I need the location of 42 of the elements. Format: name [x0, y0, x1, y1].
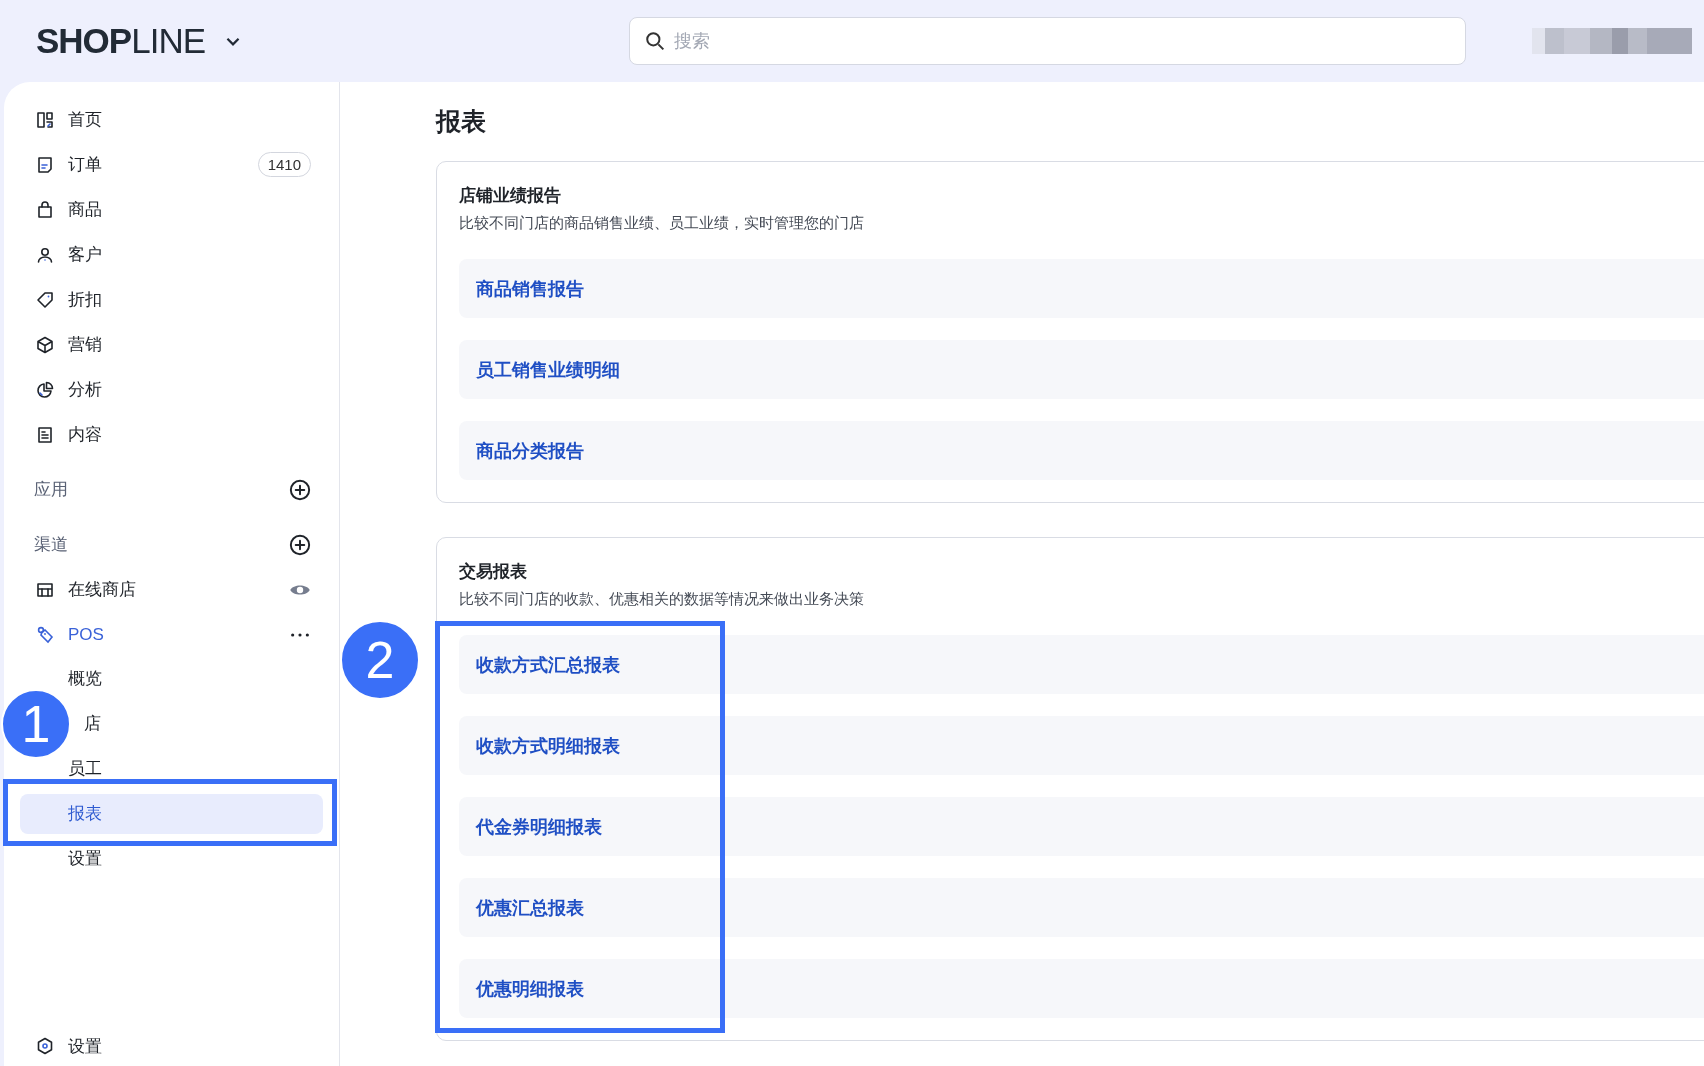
bag-icon [36, 200, 54, 219]
pie-chart-icon [36, 380, 54, 399]
sub-nav-item[interactable]: 设置 [68, 850, 102, 868]
nav-item[interactable]: 分析 [4, 367, 339, 412]
report-link[interactable]: 商品分类报告 [459, 421, 1704, 480]
nav-item[interactable]: 折扣 [4, 277, 339, 322]
nav-item[interactable]: 商品 [4, 187, 339, 232]
hexagon-gear-icon [36, 1037, 54, 1055]
card-title: 交易报表 [459, 561, 528, 583]
store-icon [36, 580, 54, 599]
report-link[interactable]: 商品销售报告 [459, 259, 1704, 318]
tag-icon [36, 290, 54, 309]
card-title: 店铺业绩报告 [459, 185, 562, 207]
card-description: 比较不同门店的收款、优惠相关的数据等情况来做出业务决策 [459, 589, 865, 609]
logo: SHOPLINE [36, 21, 205, 61]
section-heading: 应用 [34, 479, 69, 501]
sub-nav-item[interactable]: 概览 [68, 670, 102, 688]
nav-item[interactable]: 营销 [4, 322, 339, 367]
channel-item[interactable]: 在线商店 [4, 567, 339, 612]
search-icon [645, 31, 665, 51]
page-title: 报表 [436, 106, 487, 137]
pos-tag-icon [36, 625, 54, 644]
nav-item[interactable]: 客户 [4, 232, 339, 277]
person-icon [36, 245, 54, 264]
dashboard-icon [36, 110, 54, 129]
add-circle-icon[interactable] [289, 478, 311, 501]
document-icon [36, 425, 54, 444]
nav-item[interactable]: 首页 [4, 97, 339, 142]
search-field[interactable]: 搜索 [629, 17, 1466, 65]
sub-nav-item[interactable]: 店 [84, 715, 101, 733]
card-description: 比较不同门店的商品销售业绩、员工业绩，实时管理您的门店 [459, 213, 865, 233]
cube-icon [36, 335, 54, 354]
nav-item[interactable]: 内容 [4, 412, 339, 457]
report-link[interactable]: 员工销售业绩明细 [459, 340, 1704, 399]
sub-nav-item[interactable]: 员工 [68, 760, 102, 778]
channel-item[interactable]: POS [4, 612, 339, 657]
add-circle-icon[interactable] [289, 533, 311, 556]
nav-item[interactable]: 订单 1410 [4, 142, 339, 187]
settings-nav-item[interactable]: 设置 [4, 1026, 339, 1066]
section-heading: 渠道 [34, 534, 69, 556]
order-icon [36, 155, 54, 174]
sub-nav-item[interactable]: 报表 [20, 794, 323, 834]
